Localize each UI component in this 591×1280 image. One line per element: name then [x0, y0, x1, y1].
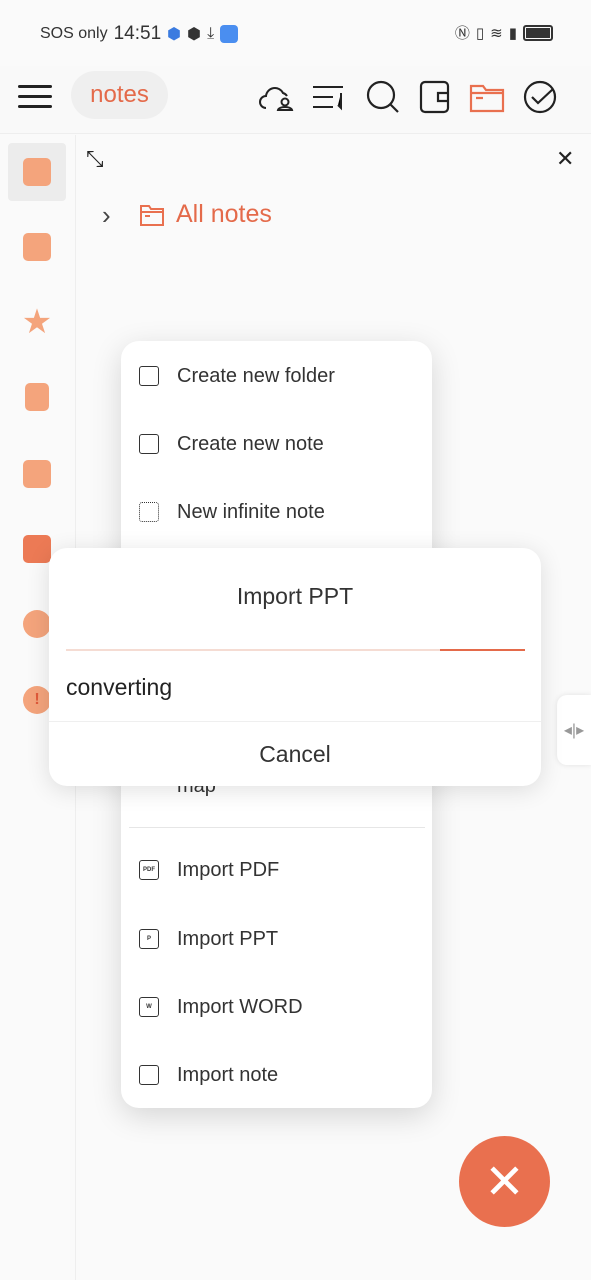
- sidebar-item-favorites[interactable]: ★: [8, 293, 66, 351]
- word-icon: W: [139, 997, 159, 1017]
- chevron-right-icon[interactable]: ›: [102, 200, 111, 231]
- note-icon: [139, 434, 159, 454]
- carrier-text: SOS only: [40, 25, 108, 42]
- palette-icon: [23, 610, 51, 638]
- vibrate-icon: ▯: [475, 24, 485, 42]
- split-handle[interactable]: ◂|▸: [557, 695, 591, 765]
- toolbar: notes: [0, 66, 591, 134]
- download-icon: ⤓: [207, 25, 215, 42]
- menu-item-infinite-note[interactable]: New infinite note: [121, 482, 432, 542]
- note-stack-icon: [23, 233, 51, 261]
- trash-icon: [25, 383, 49, 411]
- menu-item-label: Import PPT: [177, 927, 279, 950]
- menu-item-create-folder[interactable]: Create new folder: [121, 346, 432, 406]
- pdf-icon: PDF: [139, 860, 159, 880]
- sidebar-item-all-notes[interactable]: [8, 143, 66, 201]
- divider: [129, 827, 425, 828]
- cancel-button[interactable]: Cancel: [49, 722, 541, 786]
- menu-item-import-note[interactable]: Import note: [121, 1045, 432, 1105]
- menu-item-import-word[interactable]: W Import WORD: [121, 977, 432, 1037]
- shield-icon: ⬢: [167, 26, 182, 43]
- sidebar-item-recent[interactable]: [8, 445, 66, 503]
- alert-icon: !: [23, 686, 51, 714]
- close-fab-button[interactable]: ✕: [459, 1136, 550, 1227]
- infinite-note-icon: [139, 502, 159, 522]
- collapse-icon[interactable]: ⤡: [86, 146, 104, 172]
- menu-item-create-note[interactable]: Create new note: [121, 414, 432, 474]
- close-icon: ✕: [484, 1155, 525, 1209]
- wifi-icon: ≋: [490, 24, 503, 42]
- cloud-user-icon[interactable]: [258, 78, 296, 116]
- menu-item-label: Import PDF: [177, 858, 280, 881]
- menu-item-label: Create new note: [177, 432, 324, 455]
- notes-list-icon: [23, 158, 51, 186]
- app-icon: [220, 25, 239, 43]
- layers-icon: [23, 535, 51, 563]
- sidebar-item-notes[interactable]: [8, 218, 66, 276]
- star-icon: ★: [21, 303, 53, 341]
- ppt-icon: P: [139, 929, 159, 949]
- notebook-title[interactable]: notes: [71, 71, 168, 119]
- status-bar: SOS only 14:51 ⬢ ⬢ ⤓ Ⓝ ▯ ≋ ▮: [0, 0, 591, 66]
- battery-icon: [523, 24, 553, 41]
- check-circle-icon[interactable]: [521, 78, 559, 116]
- menu-item-label: Import WORD: [177, 995, 303, 1018]
- sort-icon[interactable]: [310, 78, 348, 116]
- status-text: converting: [66, 674, 173, 700]
- menu-icon[interactable]: [18, 80, 52, 114]
- import-dialog: Import PPT converting Cancel: [49, 548, 541, 786]
- menu-item-label: Create new folder: [177, 364, 335, 387]
- nfc-icon: Ⓝ: [454, 25, 470, 42]
- wallet-icon[interactable]: [416, 78, 454, 116]
- folder-icon: [139, 366, 159, 386]
- dialog-title: Import PPT: [236, 583, 354, 609]
- menu-item-import-ppt[interactable]: P Import PPT: [121, 909, 432, 969]
- clock: 14:51: [113, 23, 162, 44]
- search-icon[interactable]: [364, 78, 402, 116]
- folder-icon[interactable]: [468, 78, 506, 116]
- progress-bar: [66, 649, 525, 651]
- folder-icon: [140, 205, 164, 226]
- alert-icon: ▮: [508, 24, 517, 42]
- close-icon[interactable]: ✕: [556, 146, 574, 172]
- vpn-icon: ⬢: [187, 26, 202, 43]
- menu-item-import-pdf[interactable]: PDF Import PDF: [121, 840, 432, 900]
- menu-item-label: New infinite note: [177, 500, 325, 523]
- sidebar-item-trash[interactable]: [8, 368, 66, 426]
- breadcrumb[interactable]: All notes: [176, 200, 272, 229]
- import-note-icon: [139, 1065, 159, 1085]
- recent-icon: [23, 460, 51, 488]
- menu-item-label: Import note: [177, 1063, 279, 1086]
